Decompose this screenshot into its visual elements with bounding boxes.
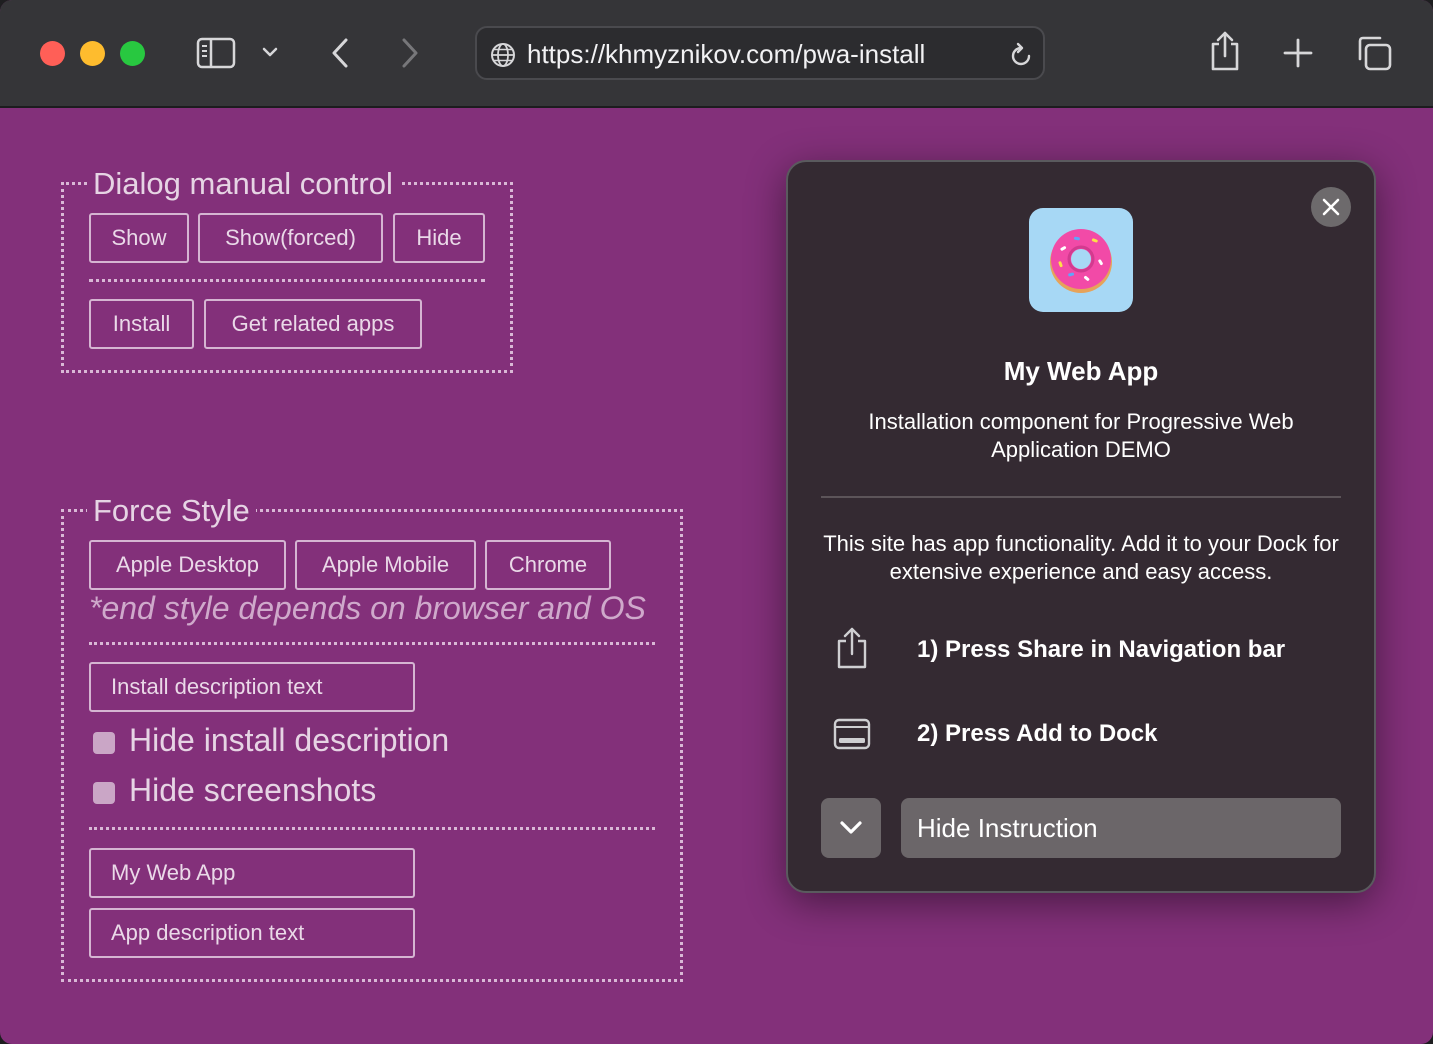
chrome-button[interactable]: Chrome: [485, 540, 611, 590]
back-icon[interactable]: [325, 36, 355, 70]
install-info-text: This site has app functionality. Add it …: [823, 531, 1339, 584]
share-icon[interactable]: [1207, 30, 1243, 72]
hide-button[interactable]: Hide: [393, 213, 485, 263]
install-dialog: My Web App Installation component for Pr…: [786, 160, 1376, 893]
url-text[interactable]: https://khmyznikov.com/pwa-install: [527, 28, 925, 82]
divider: [89, 279, 485, 282]
forward-icon[interactable]: [395, 36, 425, 70]
browser-window: https://khmyznikov.com/pwa-install Dialo…: [0, 0, 1433, 1044]
step-1-text: 1) Press Share in Navigation bar: [917, 636, 1286, 663]
app-description-input[interactable]: App description text: [89, 908, 415, 958]
hide-install-description-checkbox[interactable]: [93, 731, 115, 754]
close-dialog-button[interactable]: [1311, 187, 1351, 227]
get-related-apps-button[interactable]: Get related apps: [204, 299, 422, 349]
tabs-icon[interactable]: [1355, 34, 1393, 72]
close-window-button[interactable]: [40, 41, 65, 66]
dialog-divider: [821, 496, 1341, 498]
zoom-window-button[interactable]: [120, 41, 145, 66]
globe-icon: [489, 41, 517, 69]
app-title: My Web App: [1003, 356, 1159, 386]
browser-toolbar: https://khmyznikov.com/pwa-install: [0, 0, 1433, 108]
show-forced-button[interactable]: Show(forced): [198, 213, 383, 263]
hide-instruction-button[interactable]: Hide Instruction: [901, 798, 1341, 858]
app-icon: [1029, 208, 1133, 312]
toggle-instruction-button[interactable]: [821, 798, 881, 858]
divider: [89, 827, 655, 830]
force-style-legend: Force Style: [87, 493, 256, 529]
hide-install-description-row[interactable]: Hide install description: [93, 722, 449, 759]
hide-screenshots-label: Hide screenshots: [129, 772, 377, 808]
dialog-control-legend: Dialog manual control: [87, 166, 399, 202]
minimize-window-button[interactable]: [80, 41, 105, 66]
sidebar-icon[interactable]: [195, 36, 237, 70]
show-button[interactable]: Show: [89, 213, 189, 263]
close-icon: [1322, 198, 1340, 216]
apple-mobile-button[interactable]: Apple Mobile: [295, 540, 476, 590]
address-bar[interactable]: https://khmyznikov.com/pwa-install: [475, 26, 1045, 80]
dock-icon: [832, 717, 872, 751]
donut-icon: [1050, 229, 1112, 293]
share-icon: [832, 624, 872, 672]
divider: [89, 642, 655, 645]
style-note: *end style depends on browser and OS: [89, 590, 646, 626]
install-description-input[interactable]: Install description text: [89, 662, 415, 712]
plus-icon[interactable]: [1282, 37, 1314, 69]
apple-desktop-button[interactable]: Apple Desktop: [89, 540, 286, 590]
chevron-down-icon[interactable]: [260, 42, 280, 62]
install-button[interactable]: Install: [89, 299, 194, 349]
step-2-text: 2) Press Add to Dock: [917, 720, 1158, 747]
hide-screenshots-checkbox[interactable]: [93, 781, 115, 804]
hide-screenshots-row[interactable]: Hide screenshots: [93, 772, 376, 809]
app-name-input[interactable]: My Web App: [89, 848, 415, 898]
app-description: Installation component for Progressive W…: [868, 409, 1294, 462]
reload-icon[interactable]: [1007, 41, 1035, 69]
chevron-down-icon: [840, 821, 862, 834]
hide-install-description-label: Hide install description: [129, 722, 450, 758]
